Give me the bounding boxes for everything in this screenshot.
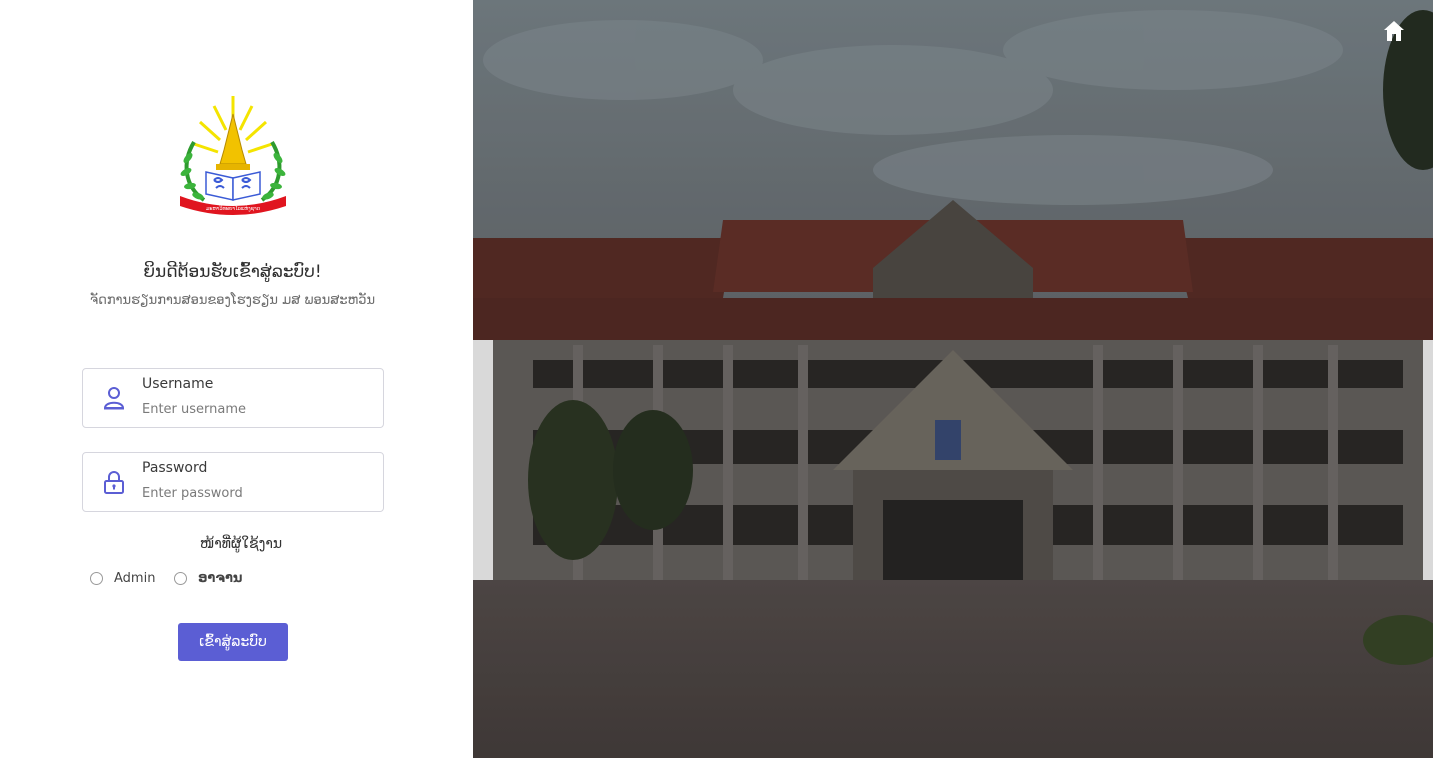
username-input[interactable]: [142, 399, 367, 419]
role-radio-teacher[interactable]: [174, 572, 187, 585]
password-label: Password: [142, 460, 208, 476]
school-building-photo: [473, 0, 1433, 758]
role-label: ໜ້າທີ່ຜູ້ໃຊ້ງານ: [199, 536, 283, 552]
role-option-teacher-label[interactable]: ອາຈານ: [198, 571, 242, 586]
home-icon[interactable]: [1383, 20, 1405, 42]
username-field[interactable]: Username: [82, 368, 384, 428]
password-field[interactable]: Password: [82, 452, 384, 512]
svg-text:ມະຫາວິທະຍາໄລແຫ່ງຊາດ: ມະຫາວິທະຍາໄລແຫ່ງຊາດ: [206, 204, 260, 212]
login-panel: ມະຫາວິທະຍາໄລແຫ່ງຊາດ ຍິນດີຕ້ອນຮັບເຂົ້າສູ່…: [0, 0, 473, 758]
welcome-subtitle: ຈັດການຮຽນການສອນຂອງໂຮງຮຽນ ມສ ພອນສະຫວັນ: [89, 293, 376, 308]
user-icon: [103, 387, 125, 410]
background-photo: [473, 0, 1433, 758]
role-option-admin-label[interactable]: Admin: [114, 571, 155, 586]
password-input[interactable]: [142, 483, 367, 503]
login-button[interactable]: ເຂົ້າສູ່ລະບົບ: [178, 623, 288, 661]
welcome-title: ຍິນດີຕ້ອນຮັບເຂົ້າສູ່ລະບົບ!: [143, 262, 322, 282]
username-label: Username: [142, 376, 214, 392]
role-radio-admin[interactable]: [90, 572, 103, 585]
school-logo: ມະຫາວິທະຍາໄລແຫ່ງຊາດ: [180, 96, 286, 215]
lock-icon: [104, 471, 124, 494]
